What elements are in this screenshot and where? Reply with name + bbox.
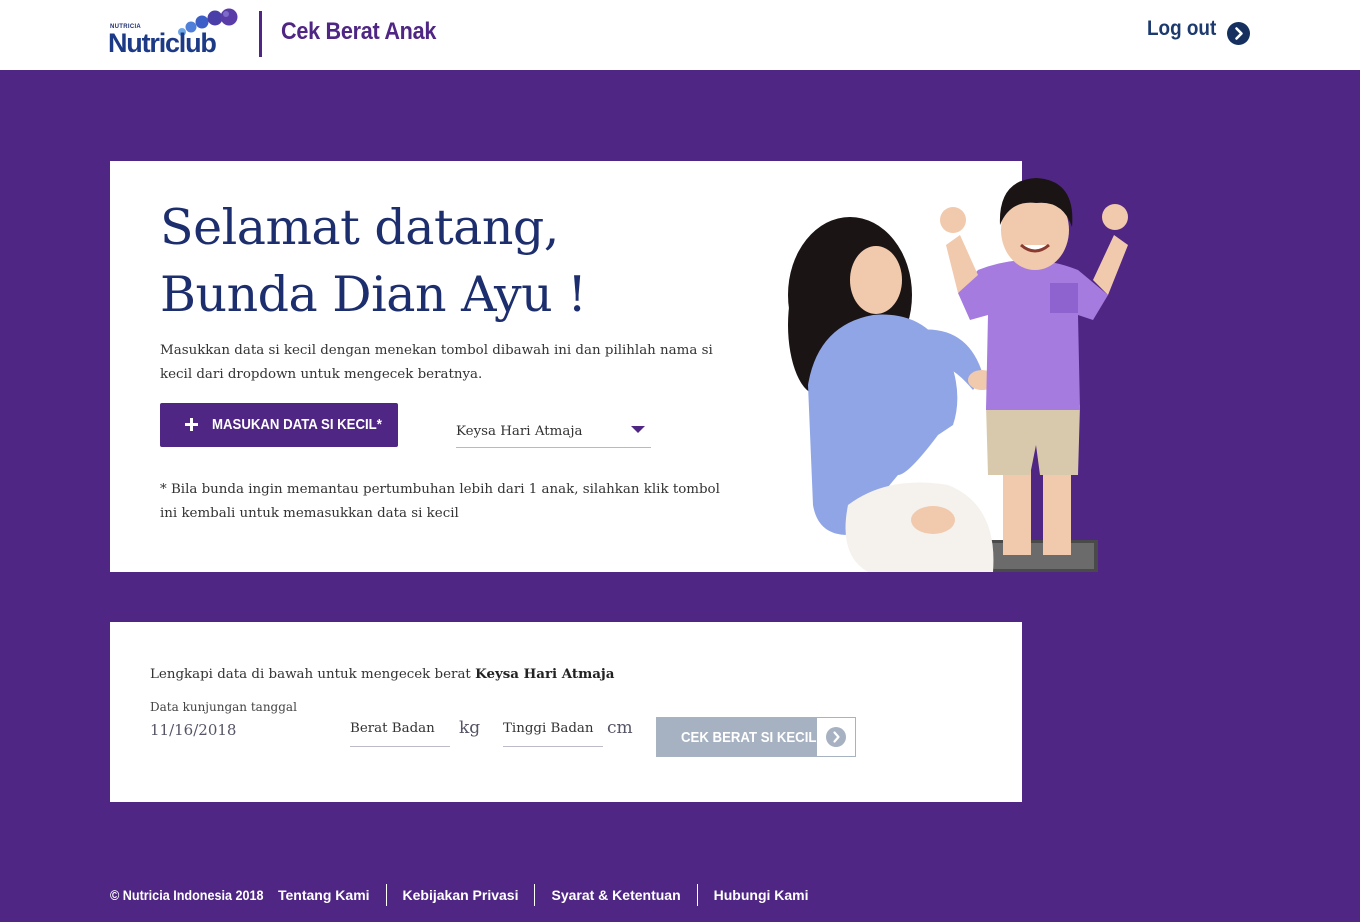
welcome-intro-text: Masukkan data si kecil dengan menekan to… bbox=[160, 343, 713, 382]
weight-unit: kg bbox=[459, 718, 481, 738]
chevron-right-circle-icon bbox=[1227, 22, 1250, 45]
form-intro-child-name: Keysa Hari Atmaja bbox=[475, 666, 615, 682]
multiple-children-note: * Bila bunda ingin memantau pertumbuhan … bbox=[160, 482, 720, 521]
footer-link-terms[interactable]: Syarat & Ketentuan bbox=[551, 887, 680, 903]
greeting-line-2: Bunda Dian Ayu ! bbox=[160, 266, 587, 323]
weight-check-form: Lengkapi data di bawah untuk mengecek be… bbox=[110, 622, 1022, 802]
nutriclub-logo[interactable]: NUTRICIA Nutriclub bbox=[108, 8, 242, 60]
visit-date-label: Data kunjungan tanggal bbox=[150, 700, 297, 714]
height-input[interactable]: Tinggi Badan bbox=[503, 715, 603, 747]
footer-divider bbox=[696, 884, 698, 906]
footer-divider bbox=[534, 884, 536, 906]
hero-illustration bbox=[788, 178, 1128, 572]
greeting-line-1: Selamat datang, bbox=[160, 199, 559, 256]
site-footer: © Nutricia Indonesia 2018 Tentang Kami K… bbox=[110, 884, 809, 906]
page-title: Cek Berat Anak bbox=[281, 18, 437, 45]
footer-link-about[interactable]: Tentang Kami bbox=[278, 887, 370, 903]
chevron-right-circle-icon bbox=[826, 727, 846, 747]
form-intro-text: Lengkapi data di bawah untuk mengecek be… bbox=[150, 666, 614, 682]
check-weight-label: CEK BERAT SI KECIL bbox=[681, 729, 817, 746]
check-weight-button-body: CEK BERAT SI KECIL bbox=[657, 718, 817, 756]
logout-button[interactable]: Log out bbox=[1147, 17, 1250, 45]
footer-link-privacy[interactable]: Kebijakan Privasi bbox=[403, 887, 519, 903]
logo-wordmark: Nutriclub bbox=[108, 28, 217, 58]
check-weight-button[interactable]: CEK BERAT SI KECIL bbox=[656, 717, 856, 757]
height-placeholder: Tinggi Badan bbox=[503, 721, 594, 736]
weight-input[interactable]: Berat Badan bbox=[350, 715, 450, 747]
child-select-value: Keysa Hari Atmaja bbox=[456, 424, 583, 439]
form-intro-prefix: Lengkapi data di bawah untuk mengecek be… bbox=[150, 667, 471, 682]
footer-divider bbox=[385, 884, 387, 906]
height-unit: cm bbox=[607, 718, 633, 738]
footer-link-contact[interactable]: Hubungi Kami bbox=[714, 887, 809, 903]
caret-down-icon bbox=[631, 426, 645, 433]
footer-copyright: © Nutricia Indonesia 2018 bbox=[110, 887, 264, 903]
weight-placeholder: Berat Badan bbox=[350, 721, 435, 736]
header-divider bbox=[259, 11, 262, 57]
visit-date-value: 11/16/2018 bbox=[150, 721, 237, 739]
add-child-data-label: MASUKAN DATA SI KECIL* bbox=[212, 416, 382, 433]
site-header: NUTRICIA Nutriclub Cek Berat Anak Log ou… bbox=[0, 0, 1360, 70]
child-select-dropdown[interactable]: Keysa Hari Atmaja bbox=[456, 416, 651, 448]
plus-icon bbox=[185, 418, 198, 431]
logout-label: Log out bbox=[1147, 17, 1217, 40]
add-child-data-button[interactable]: MASUKAN DATA SI KECIL* bbox=[160, 403, 398, 447]
